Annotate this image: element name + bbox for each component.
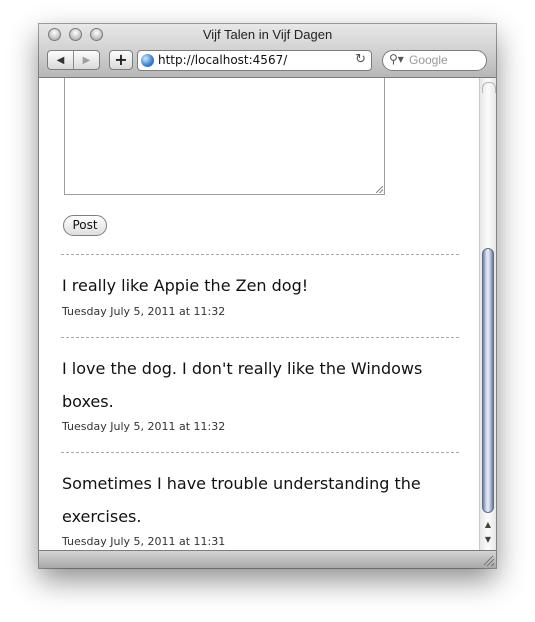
divider bbox=[61, 452, 459, 453]
search-field[interactable]: ⚲▾ Google bbox=[382, 50, 487, 71]
window-resize-icon[interactable] bbox=[484, 556, 494, 566]
message-textarea[interactable] bbox=[64, 78, 385, 195]
back-button[interactable]: ◀ bbox=[48, 51, 73, 69]
scroll-up-arrow-icon[interactable]: ▲ bbox=[483, 518, 493, 530]
globe-icon bbox=[141, 54, 154, 67]
title-bar: Vijf Talen in Vijf Dagen ◀ ▶ + http://lo… bbox=[39, 24, 496, 78]
browser-window: Vijf Talen in Vijf Dagen ◀ ▶ + http://lo… bbox=[39, 24, 496, 568]
message-timestamp: Tuesday July 5, 2011 at 11:31 bbox=[62, 535, 226, 548]
status-bar bbox=[39, 550, 496, 568]
reload-icon[interactable]: ↻ bbox=[355, 52, 366, 67]
scroll-down-arrow-icon[interactable]: ▼ bbox=[483, 533, 493, 545]
scrollbar-track-cap bbox=[482, 82, 496, 93]
resize-grip-icon[interactable] bbox=[376, 186, 383, 193]
post-button[interactable]: Post bbox=[63, 215, 107, 236]
forward-arrow-icon: ▶ bbox=[82, 54, 91, 66]
message-timestamp: Tuesday July 5, 2011 at 11:32 bbox=[62, 420, 226, 433]
window-title: Vijf Talen in Vijf Dagen bbox=[202, 27, 333, 42]
search-placeholder: Google bbox=[409, 53, 448, 67]
back-arrow-icon: ◀ bbox=[56, 54, 65, 66]
vertical-scrollbar[interactable]: ▲ ▼ bbox=[479, 78, 496, 550]
navigation-buttons: ◀ ▶ bbox=[47, 50, 100, 70]
message-text: Sometimes I have trouble understanding t… bbox=[62, 474, 421, 526]
forward-button[interactable]: ▶ bbox=[73, 51, 99, 69]
message-text: I really like Appie the Zen dog! bbox=[62, 276, 309, 295]
divider bbox=[61, 254, 459, 255]
message-text: I love the dog. I don't really like the … bbox=[62, 359, 423, 411]
url-text: http://localhost:4567/ bbox=[158, 53, 288, 67]
divider bbox=[61, 337, 459, 338]
add-bookmark-button[interactable]: + bbox=[109, 50, 133, 70]
page-content: Post I really like Appie the Zen dog! Tu… bbox=[39, 78, 479, 550]
address-bar[interactable]: http://localhost:4567/ ↻ bbox=[137, 50, 372, 71]
search-icon: ⚲▾ bbox=[389, 52, 404, 66]
scrollbar-thumb[interactable] bbox=[482, 248, 494, 513]
message-timestamp: Tuesday July 5, 2011 at 11:32 bbox=[62, 305, 226, 318]
